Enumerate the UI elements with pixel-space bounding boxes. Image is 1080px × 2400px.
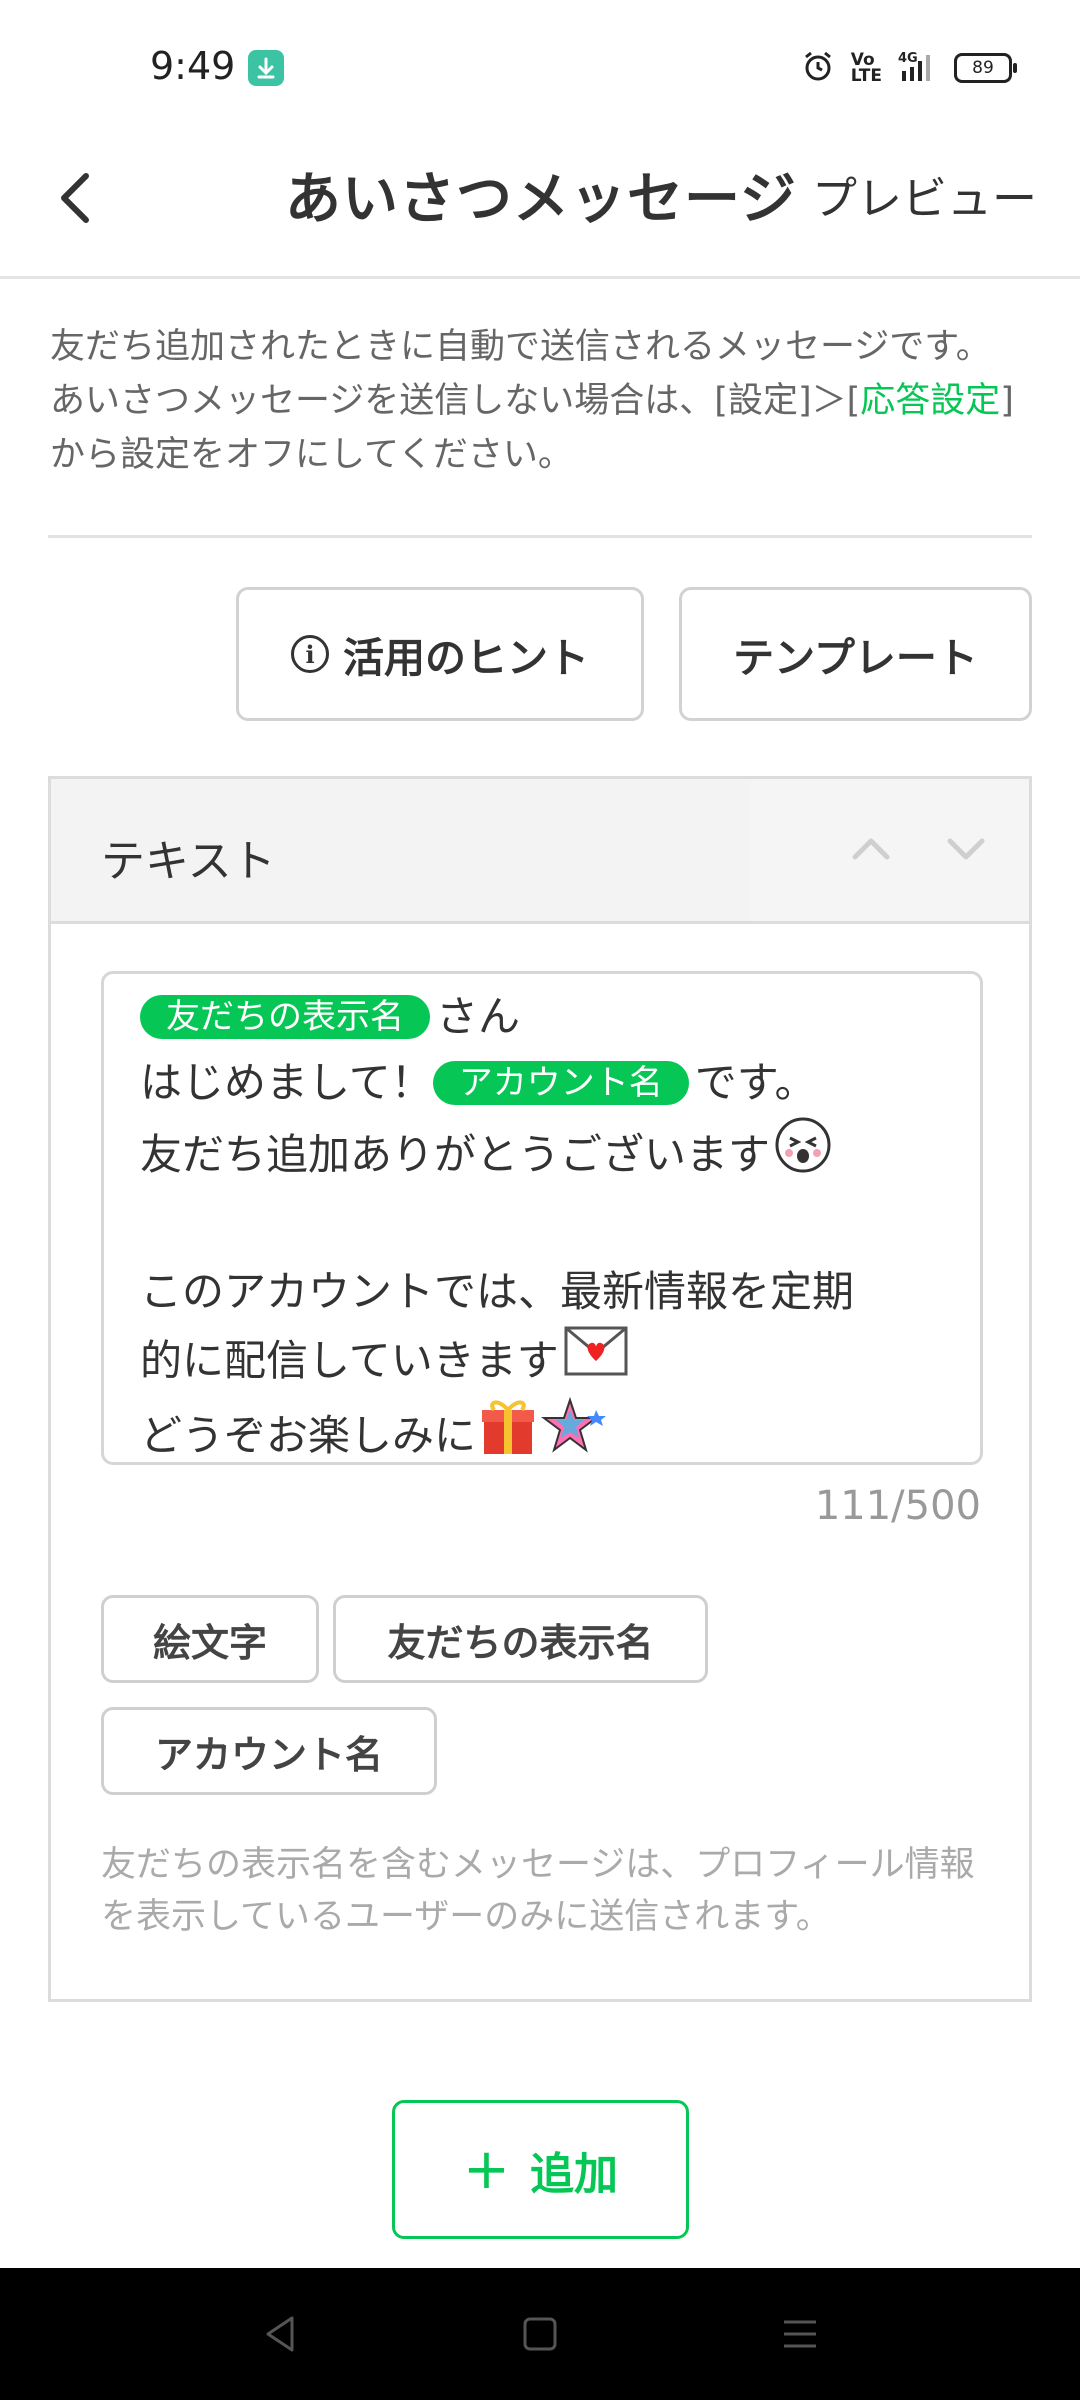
add-button-label: 追加 bbox=[529, 2148, 618, 2200]
hint-button-label: 活用のヒント bbox=[343, 634, 589, 682]
character-count: 111/500 bbox=[814, 1483, 981, 1529]
preview-button[interactable]: プレビュー bbox=[812, 162, 1037, 227]
shooting-star-emoji-icon bbox=[540, 1396, 610, 1462]
response-settings-link[interactable]: 応答設定 bbox=[860, 381, 1000, 421]
plus-icon: + bbox=[463, 2136, 510, 2202]
status-time: 9:49 bbox=[150, 44, 236, 88]
love-letter-emoji-icon bbox=[563, 1325, 629, 1396]
friend-name-tag: 友だちの表示名 bbox=[140, 995, 430, 1039]
insert-emoji-button[interactable]: 絵文字 bbox=[101, 1595, 319, 1683]
status-bar: 9:49 Vo LTE 4G 89 bbox=[0, 0, 1080, 130]
insert-friend-name-button[interactable]: 友だちの表示名 bbox=[333, 1595, 708, 1683]
description-line: あいさつメッセージを送信しない場合は、[設定]＞[応答設定] bbox=[50, 381, 1014, 421]
signal-4g-icon: 4G bbox=[898, 49, 938, 87]
system-nav-bar bbox=[0, 2268, 1080, 2400]
svg-text:4G: 4G bbox=[898, 51, 918, 66]
template-button[interactable]: テンプレート bbox=[679, 587, 1032, 721]
account-name-tag: アカウント名 bbox=[432, 1061, 689, 1105]
text-message-card: テキスト 友だちの表示名 さん はじめまして！ アカウント名 です。 友だち追加… bbox=[48, 776, 1032, 2002]
chevron-left-icon bbox=[61, 173, 89, 223]
message-line: どうぞお楽しみに bbox=[140, 1396, 944, 1462]
laughing-face-emoji-icon bbox=[774, 1116, 832, 1193]
hint-button[interactable]: i 活用のヒント bbox=[236, 587, 644, 721]
back-button[interactable] bbox=[50, 158, 110, 238]
message-line: 友だちの表示名 さん bbox=[140, 984, 944, 1050]
triangle-back-icon bbox=[266, 2316, 294, 2352]
nav-home-button[interactable] bbox=[510, 2304, 570, 2364]
description: 友だち追加されたときに自動で送信されるメッセージです。 あいさつメッセージを送信… bbox=[50, 320, 1040, 482]
message-line: 友だち追加ありがとうございます bbox=[140, 1116, 944, 1193]
description-line: 友だち追加されたときに自動で送信されるメッセージです。 bbox=[50, 327, 991, 367]
message-line bbox=[140, 1193, 944, 1259]
page-title: あいさつメッセージ bbox=[285, 167, 797, 232]
nav-back-button[interactable] bbox=[250, 2304, 310, 2364]
chevron-up-icon bbox=[852, 838, 890, 860]
square-home-icon bbox=[523, 2317, 557, 2351]
add-button[interactable]: + 追加 bbox=[392, 2100, 689, 2239]
insert-account-name-button[interactable]: アカウント名 bbox=[101, 1707, 437, 1795]
message-line: はじめまして！ アカウント名 です。 bbox=[140, 1058, 817, 1107]
divider bbox=[48, 535, 1032, 538]
card-title: テキスト bbox=[101, 836, 276, 887]
card-header: テキスト bbox=[51, 779, 1029, 924]
volte-icon: Vo LTE bbox=[850, 50, 882, 86]
move-up-button[interactable] bbox=[841, 819, 901, 879]
nav-menu-button[interactable] bbox=[770, 2304, 830, 2364]
battery-icon: 89 bbox=[954, 53, 1017, 83]
download-icon bbox=[248, 50, 284, 86]
move-down-button[interactable] bbox=[936, 819, 996, 879]
message-line: 的に配信していきます bbox=[140, 1325, 944, 1396]
description-line: から設定をオフにしてください。 bbox=[50, 435, 573, 475]
card-order-controls bbox=[751, 779, 1029, 921]
message-textarea[interactable]: 友だちの表示名 さん はじめまして！ アカウント名 です。 友だち追加ありがとう… bbox=[101, 971, 983, 1465]
chevron-down-icon bbox=[947, 838, 985, 860]
menu-icon bbox=[784, 2320, 816, 2348]
app-header: あいさつメッセージ プレビュー bbox=[0, 130, 1080, 279]
info-icon: i bbox=[291, 635, 329, 673]
message-line: このアカウントでは、最新情報を定期 bbox=[140, 1267, 855, 1316]
alarm-icon bbox=[801, 49, 835, 87]
gift-emoji-icon bbox=[480, 1396, 536, 1462]
card-note: 友だちの表示名を含むメッセージは、プロフィール情報を表示しているユーザーのみに送… bbox=[101, 1845, 975, 1937]
status-icons: Vo LTE 4G 89 bbox=[801, 48, 1017, 88]
